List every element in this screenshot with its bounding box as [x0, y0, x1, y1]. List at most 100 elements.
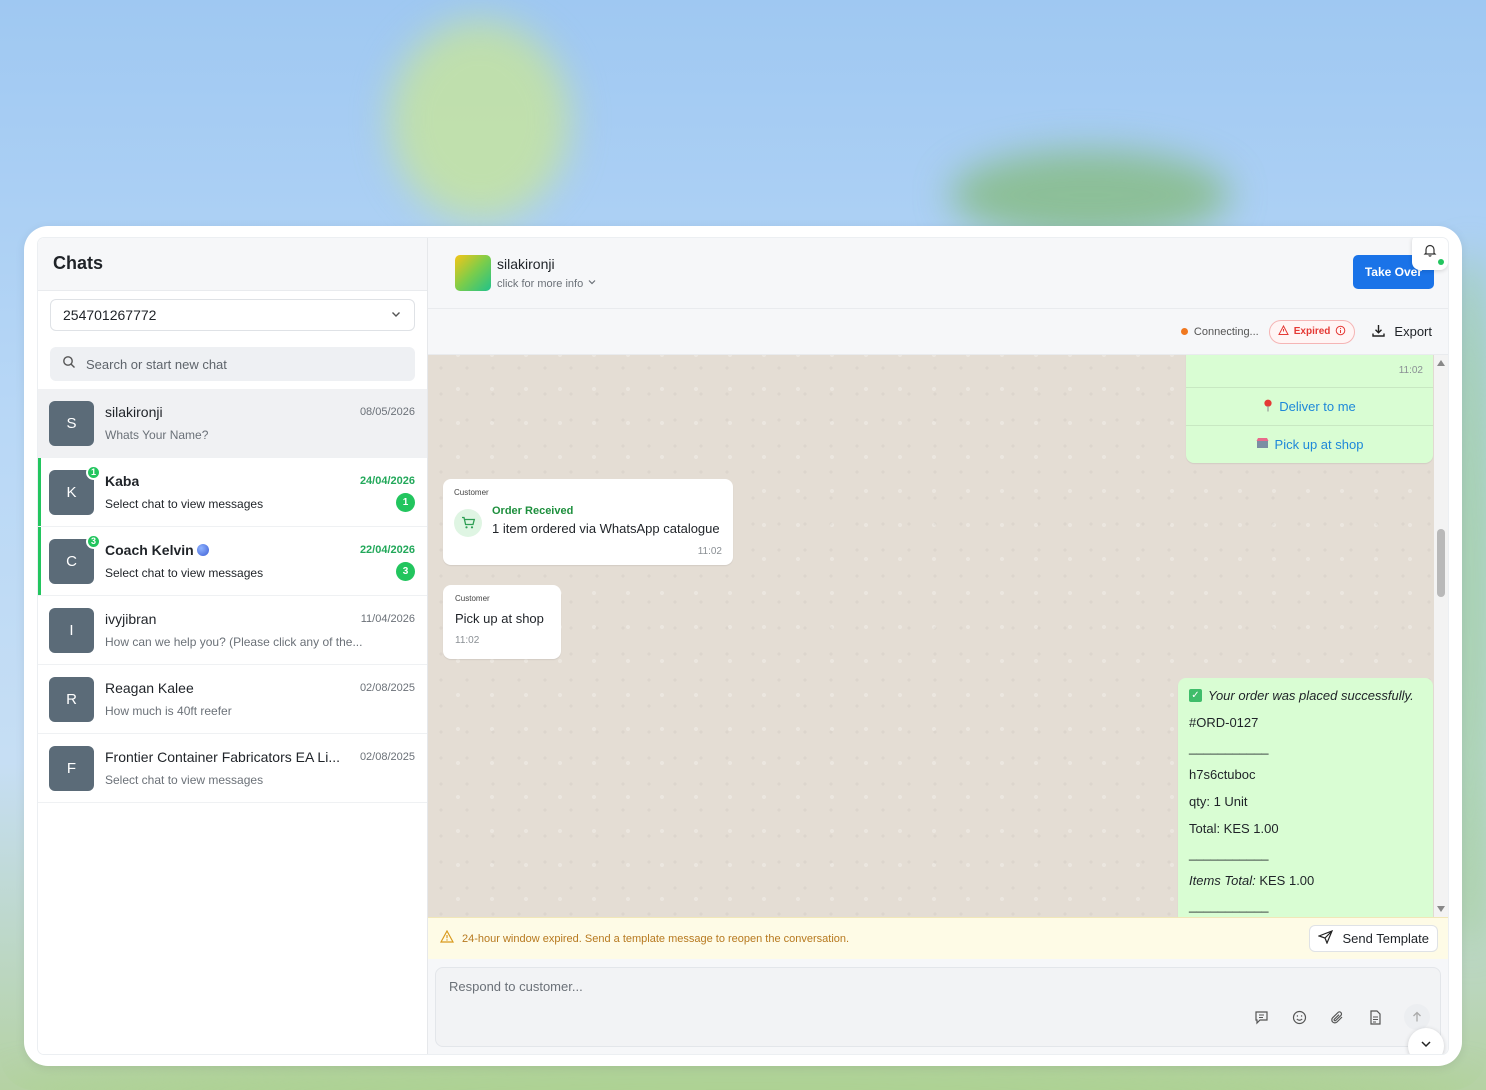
- app-window: Chats 254701267772 Search or start new c…: [24, 226, 1462, 1066]
- bell-icon: [1423, 243, 1437, 262]
- divider: ___________: [1189, 740, 1269, 755]
- chat-item-ivyjibran[interactable]: I ivyjibran 11/04/2026 How can we help y…: [38, 596, 427, 665]
- sidebar-title: Chats: [53, 253, 104, 273]
- incoming-order-message: Customer Order Received 1 item ordered v…: [443, 479, 733, 565]
- contact-name: silakironji: [497, 256, 555, 272]
- item-total: Total: KES 1.00: [1189, 821, 1279, 836]
- chat-name: ivyjibran: [105, 611, 157, 627]
- check-box-icon: ✓: [1189, 689, 1202, 702]
- order-description: 1 item ordered via WhatsApp catalogue: [492, 521, 720, 536]
- chevron-down-icon: [1419, 1037, 1433, 1055]
- document-icon[interactable]: [1366, 1008, 1384, 1026]
- emoji-icon[interactable]: [1290, 1008, 1308, 1026]
- divider: ___________: [1189, 898, 1269, 913]
- chat-list: S silakironji 08/05/2026 Whats Your Name…: [38, 389, 427, 803]
- contact-avatar[interactable]: [455, 255, 491, 291]
- cart-icon: [454, 509, 482, 537]
- chat-preview: Whats Your Name?: [105, 428, 209, 442]
- chat-preview: How much is 40ft reefer: [105, 704, 232, 718]
- message-thread[interactable]: 11:02 Deliver to me Pick up at shop Cust…: [428, 355, 1448, 917]
- chat-date: 11/04/2026: [360, 613, 415, 625]
- unread-count-badge: 3: [396, 561, 415, 581]
- paperclip-icon[interactable]: [1328, 1008, 1346, 1026]
- item-qty: qty: 1 Unit: [1189, 794, 1248, 809]
- scroll-down-arrow-icon[interactable]: [1437, 906, 1445, 912]
- search-icon: [62, 355, 76, 374]
- avatar: S: [49, 400, 94, 446]
- download-icon: [1371, 323, 1386, 341]
- chat-app: Chats 254701267772 Search or start new c…: [38, 238, 1448, 1054]
- message-time: 11:02: [1398, 365, 1423, 376]
- blurred-plant-decoration: [390, 20, 570, 220]
- expired-window-warning: 24-hour window expired. Send a template …: [428, 917, 1448, 959]
- chat-name: Coach Kelvin: [105, 542, 209, 558]
- order-id: #ORD-0127: [1189, 715, 1259, 730]
- chat-item-kaba[interactable]: K1 Kaba 24/04/2026 Select chat to view m…: [38, 458, 427, 527]
- conversation-header: silakironji click for more info Take Ove…: [428, 238, 1448, 309]
- quick-reply-pickup[interactable]: Pick up at shop: [1186, 425, 1433, 463]
- chat-item-reagan-kalee[interactable]: R Reagan Kalee 02/08/2025 How much is 40…: [38, 665, 427, 734]
- status-bar: Connecting... Expired Export: [428, 309, 1448, 355]
- globe-icon: [196, 543, 209, 556]
- divider: ___________: [1189, 846, 1269, 861]
- scroll-up-arrow-icon[interactable]: [1437, 360, 1445, 366]
- sidebar: Chats 254701267772 Search or start new c…: [38, 238, 428, 1054]
- template-message-icon[interactable]: [1252, 1008, 1270, 1026]
- phone-number-value: 254701267772: [63, 307, 157, 323]
- chat-name: Reagan Kalee: [105, 680, 194, 696]
- chat-name: Frontier Container Fabricators EA Li...: [105, 749, 340, 765]
- shop-icon: [1256, 437, 1269, 452]
- sender-label: Customer: [455, 594, 490, 603]
- export-button[interactable]: Export: [1371, 323, 1432, 341]
- conversation-panel: silakironji click for more info Take Ove…: [428, 238, 1448, 1054]
- phone-number-select[interactable]: 254701267772: [50, 299, 415, 331]
- composer-area: [428, 959, 1448, 1054]
- chat-item-silakironji[interactable]: S silakironji 08/05/2026 Whats Your Name…: [38, 389, 427, 458]
- items-total: Items Total: KES 1.00: [1189, 873, 1315, 888]
- sender-label: Customer: [454, 488, 489, 497]
- chat-preview: Select chat to view messages: [105, 497, 264, 511]
- scrollbar[interactable]: [1434, 355, 1448, 917]
- send-icon: [1316, 929, 1333, 947]
- confirmation-headline: ✓ Your order was placed successfully.: [1189, 688, 1422, 703]
- chat-preview: Select chat to view messages: [105, 773, 264, 787]
- order-title: Order Received: [492, 505, 574, 517]
- unread-dot: 1: [86, 464, 101, 480]
- warning-triangle-icon: [439, 929, 455, 948]
- warning-triangle-icon: [1277, 324, 1289, 339]
- chat-preview: How can we help you? (Please click any o…: [105, 635, 363, 649]
- chat-date: 02/08/2025: [359, 751, 415, 763]
- send-button[interactable]: [1404, 1004, 1430, 1030]
- outgoing-order-confirmation: ✓ Your order was placed successfully. #O…: [1178, 678, 1433, 917]
- online-indicator: [1438, 259, 1444, 265]
- scrollbar-thumb[interactable]: [1437, 529, 1445, 597]
- chat-preview: Select chat to view messages: [105, 566, 264, 580]
- chevron-down-icon: [587, 277, 597, 290]
- chevron-down-icon: [390, 307, 402, 323]
- chat-date: 08/05/2026: [359, 406, 415, 418]
- unread-dot: 3: [86, 533, 101, 549]
- chat-item-frontier-container[interactable]: F Frontier Container Fabricators EA Li..…: [38, 734, 427, 803]
- message-time: 11:02: [455, 635, 480, 646]
- send-template-button[interactable]: Send Template: [1308, 925, 1438, 952]
- quick-reply-deliver[interactable]: Deliver to me: [1186, 387, 1433, 425]
- search-box: [50, 347, 415, 381]
- desktop-background: Chats 254701267772 Search or start new c…: [0, 0, 1486, 1090]
- expired-badge[interactable]: Expired: [1268, 319, 1356, 344]
- avatar: R: [49, 676, 94, 722]
- incoming-pickup-message: Customer Pick up at shop 11:02: [443, 585, 561, 659]
- sidebar-header: Chats: [38, 238, 427, 291]
- warning-text: 24-hour window expired. Send a template …: [462, 932, 850, 945]
- chat-date: 24/04/2026: [359, 474, 415, 487]
- chat-name: Kaba: [105, 472, 140, 489]
- chat-item-coach-kelvin[interactable]: C3 Coach Kelvin 22/04/2026 Select chat t…: [38, 527, 427, 596]
- avatar: K1: [49, 464, 101, 515]
- pin-icon: [1263, 399, 1273, 415]
- notifications-button[interactable]: [1412, 238, 1448, 270]
- connection-status: Connecting...: [1180, 326, 1259, 338]
- contact-more-info[interactable]: click for more info: [497, 277, 597, 290]
- contact-info[interactable]: silakironji click for more info: [497, 256, 597, 290]
- info-icon: [1335, 325, 1346, 339]
- search-input[interactable]: [86, 356, 403, 372]
- avatar: C3: [49, 533, 101, 584]
